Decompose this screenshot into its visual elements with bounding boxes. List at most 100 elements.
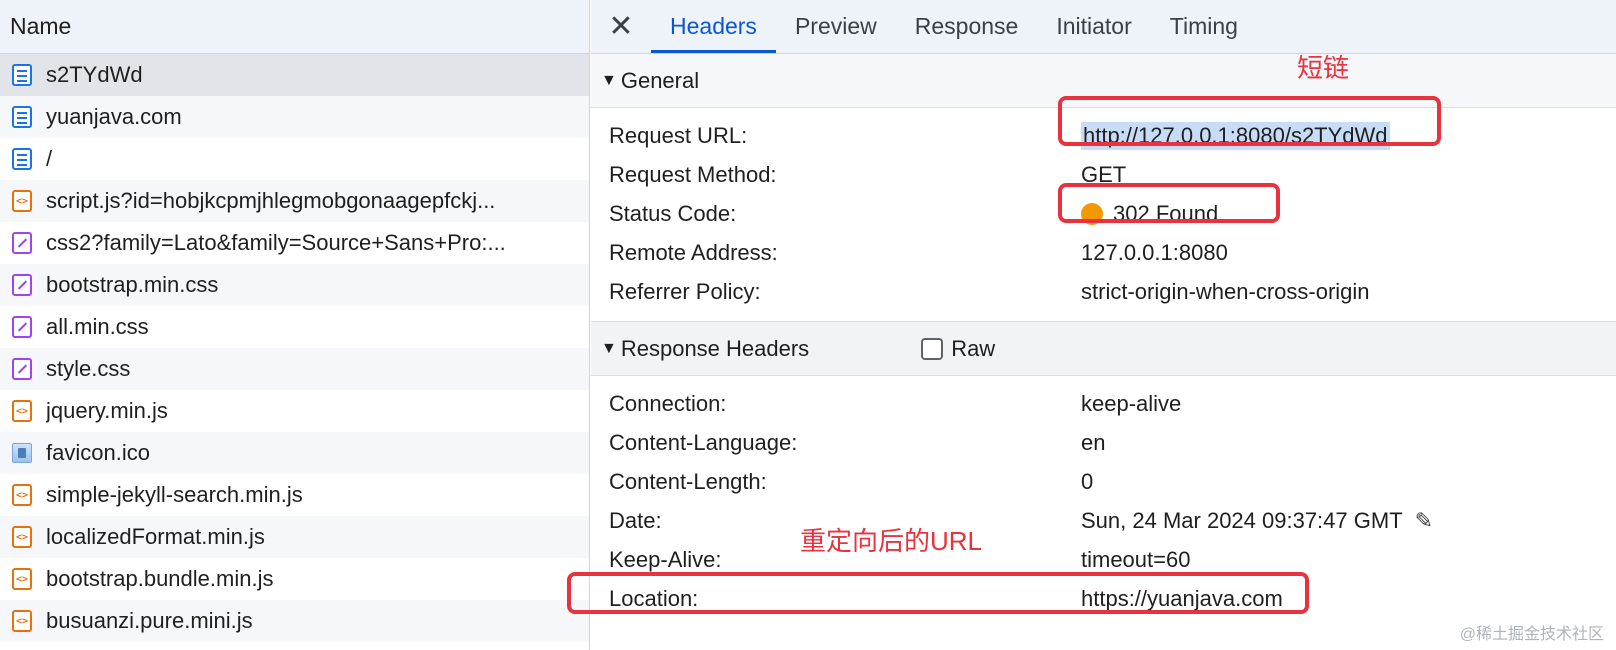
header-row: Referrer Policy: strict-origin-when-cros… — [591, 272, 1616, 311]
request-name: style.css — [46, 356, 131, 381]
request-row[interactable]: <> busuanzi.pure.mini.js — [0, 600, 589, 642]
header-value: timeout=60 — [1081, 546, 1191, 572]
status-code-value: 302 Found — [1113, 200, 1219, 226]
header-value: GET — [1081, 161, 1127, 187]
response-headers-title: Response Headers — [620, 335, 810, 361]
request-name: localizedFormat.min.js — [46, 524, 265, 549]
tab-preview[interactable]: Preview — [776, 0, 896, 53]
request-name: jquery.min.js — [46, 398, 168, 423]
raw-label: Raw — [951, 335, 996, 361]
header-key: Request Method: — [609, 161, 777, 187]
details-tabbar: ✕ Headers Preview Response Initiator Tim… — [591, 0, 1616, 54]
request-details-panel: ✕ Headers Preview Response Initiator Tim… — [591, 0, 1616, 650]
header-key: Referrer Policy: — [609, 278, 761, 304]
header-value: en — [1081, 429, 1106, 455]
request-list-panel: Name s2TYdWd yuanjava.com / <> script.js?… — [0, 0, 590, 650]
tab-label: Initiator — [1056, 13, 1132, 39]
header-row: Keep-Alive: timeout=60 — [591, 540, 1616, 579]
date-value: Sun, 24 Mar 2024 09:37:47 GMT — [1081, 507, 1403, 533]
request-name: yuanjava.com — [46, 104, 182, 129]
script-icon: <> — [12, 526, 32, 548]
request-name: all.min.css — [46, 314, 149, 339]
request-name: simple-jekyll-search.min.js — [46, 482, 303, 507]
stylesheet-icon — [12, 358, 32, 380]
tab-label: Response — [914, 13, 1019, 39]
request-row[interactable]: style.css — [0, 348, 589, 390]
request-row[interactable]: <> script.js?id=hobjkcpmjhlegmobgonaagepf… — [0, 180, 589, 222]
request-name: / — [46, 146, 53, 171]
header-value: https://yuanjava.com — [1081, 585, 1283, 611]
script-icon: <> — [12, 190, 32, 212]
request-row[interactable]: css2?family=Lato&family=Source+Sans+Pro:… — [0, 222, 589, 264]
header-value: http://127.0.0.1:8080/s2TYdWd — [1081, 121, 1390, 150]
header-value: 127.0.0.1:8080 — [1081, 239, 1228, 265]
request-name: favicon.ico — [46, 440, 150, 465]
tab-headers[interactable]: Headers — [651, 0, 776, 53]
header-key: Content-Language: — [609, 429, 798, 455]
general-rows: Request URL: http://127.0.0.1:8080/s2TYd… — [591, 108, 1616, 311]
request-row[interactable]: <> localizedFormat.min.js — [0, 516, 589, 558]
script-icon: <> — [12, 568, 32, 590]
header-row: Content-Language: en — [591, 423, 1616, 462]
response-headers-section-header[interactable]: ▼ Response Headers Raw — [591, 322, 1616, 376]
tab-response[interactable]: Response — [896, 0, 1038, 53]
tab-initiator[interactable]: Initiator — [1037, 0, 1150, 53]
annotation-short-link: 短链 — [1297, 53, 1350, 83]
tab-timing[interactable]: Timing — [1151, 0, 1257, 53]
stylesheet-icon — [12, 316, 32, 338]
request-row[interactable]: <> jquery.min.js — [0, 390, 589, 432]
request-row[interactable]: / — [0, 138, 589, 180]
close-icon[interactable]: ✕ — [591, 0, 651, 53]
watermark: @稀土掘金技术社区 — [1459, 626, 1604, 643]
request-name: script.js?id=hobjkcpmjhlegmobgonaagepfck… — [46, 188, 496, 213]
request-name: bootstrap.bundle.min.js — [46, 566, 274, 591]
script-icon: <> — [12, 610, 32, 632]
header-key: Content-Length: — [609, 468, 767, 494]
request-row[interactable]: yuanjava.com — [0, 96, 589, 138]
image-icon — [12, 443, 32, 463]
header-row: Location: https://yuanjava.com — [591, 579, 1616, 618]
pencil-icon[interactable]: ✎ — [1415, 508, 1433, 534]
header-row: Status Code: 302 Found — [591, 194, 1616, 233]
collapse-triangle-icon: ▼ — [601, 71, 617, 89]
header-value: Sun, 24 Mar 2024 09:37:47 GMT ✎ — [1081, 508, 1433, 534]
document-icon — [12, 64, 32, 86]
header-key: Connection: — [609, 390, 727, 416]
header-value: 0 — [1081, 468, 1094, 494]
header-value: 302 Found — [1081, 201, 1218, 227]
raw-checkbox[interactable] — [921, 337, 944, 360]
header-value: keep-alive — [1081, 390, 1182, 416]
request-row[interactable]: favicon.ico — [0, 432, 589, 474]
header-row: Connection: keep-alive — [591, 384, 1616, 423]
request-row[interactable]: s2TYdWd — [0, 54, 589, 96]
request-row[interactable]: bootstrap.min.css — [0, 264, 589, 306]
header-key: Status Code: — [609, 200, 737, 226]
header-key: Remote Address: — [609, 239, 778, 265]
header-value: strict-origin-when-cross-origin — [1081, 278, 1370, 304]
tab-label: Timing — [1169, 13, 1238, 39]
header-key: Request URL: — [609, 122, 748, 148]
header-row: Request Method: GET — [591, 155, 1616, 194]
script-icon: <> — [12, 400, 32, 422]
request-url-value[interactable]: http://127.0.0.1:8080/s2TYdWd — [1081, 121, 1390, 150]
request-row[interactable]: <> bootstrap.bundle.min.js — [0, 558, 589, 600]
status-dot-icon — [1081, 202, 1103, 225]
general-section-header[interactable]: ▼ General — [591, 54, 1616, 108]
request-row[interactable]: <> simple-jekyll-search.min.js — [0, 474, 589, 516]
request-row[interactable]: all.min.css — [0, 306, 589, 348]
document-icon — [12, 106, 32, 128]
header-row: Date: Sun, 24 Mar 2024 09:37:47 GMT ✎ — [591, 501, 1616, 540]
header-row: Request URL: http://127.0.0.1:8080/s2TYd… — [591, 116, 1616, 155]
annotation-redirect-url: 重定向后的URL — [800, 526, 983, 556]
raw-toggle[interactable]: Raw — [921, 336, 995, 362]
request-name: s2TYdWd — [46, 62, 143, 87]
script-icon: <> — [12, 484, 32, 506]
request-list: s2TYdWd yuanjava.com / <> script.js?id=ho… — [0, 54, 589, 642]
stylesheet-icon — [12, 232, 32, 254]
header-row: Content-Length: 0 — [591, 462, 1616, 501]
tab-label: Headers — [670, 13, 757, 39]
tab-label: Preview — [794, 13, 877, 39]
stylesheet-icon — [12, 274, 32, 296]
request-name: css2?family=Lato&family=Source+Sans+Pro:… — [46, 230, 506, 255]
name-column-header[interactable]: Name — [0, 0, 589, 54]
